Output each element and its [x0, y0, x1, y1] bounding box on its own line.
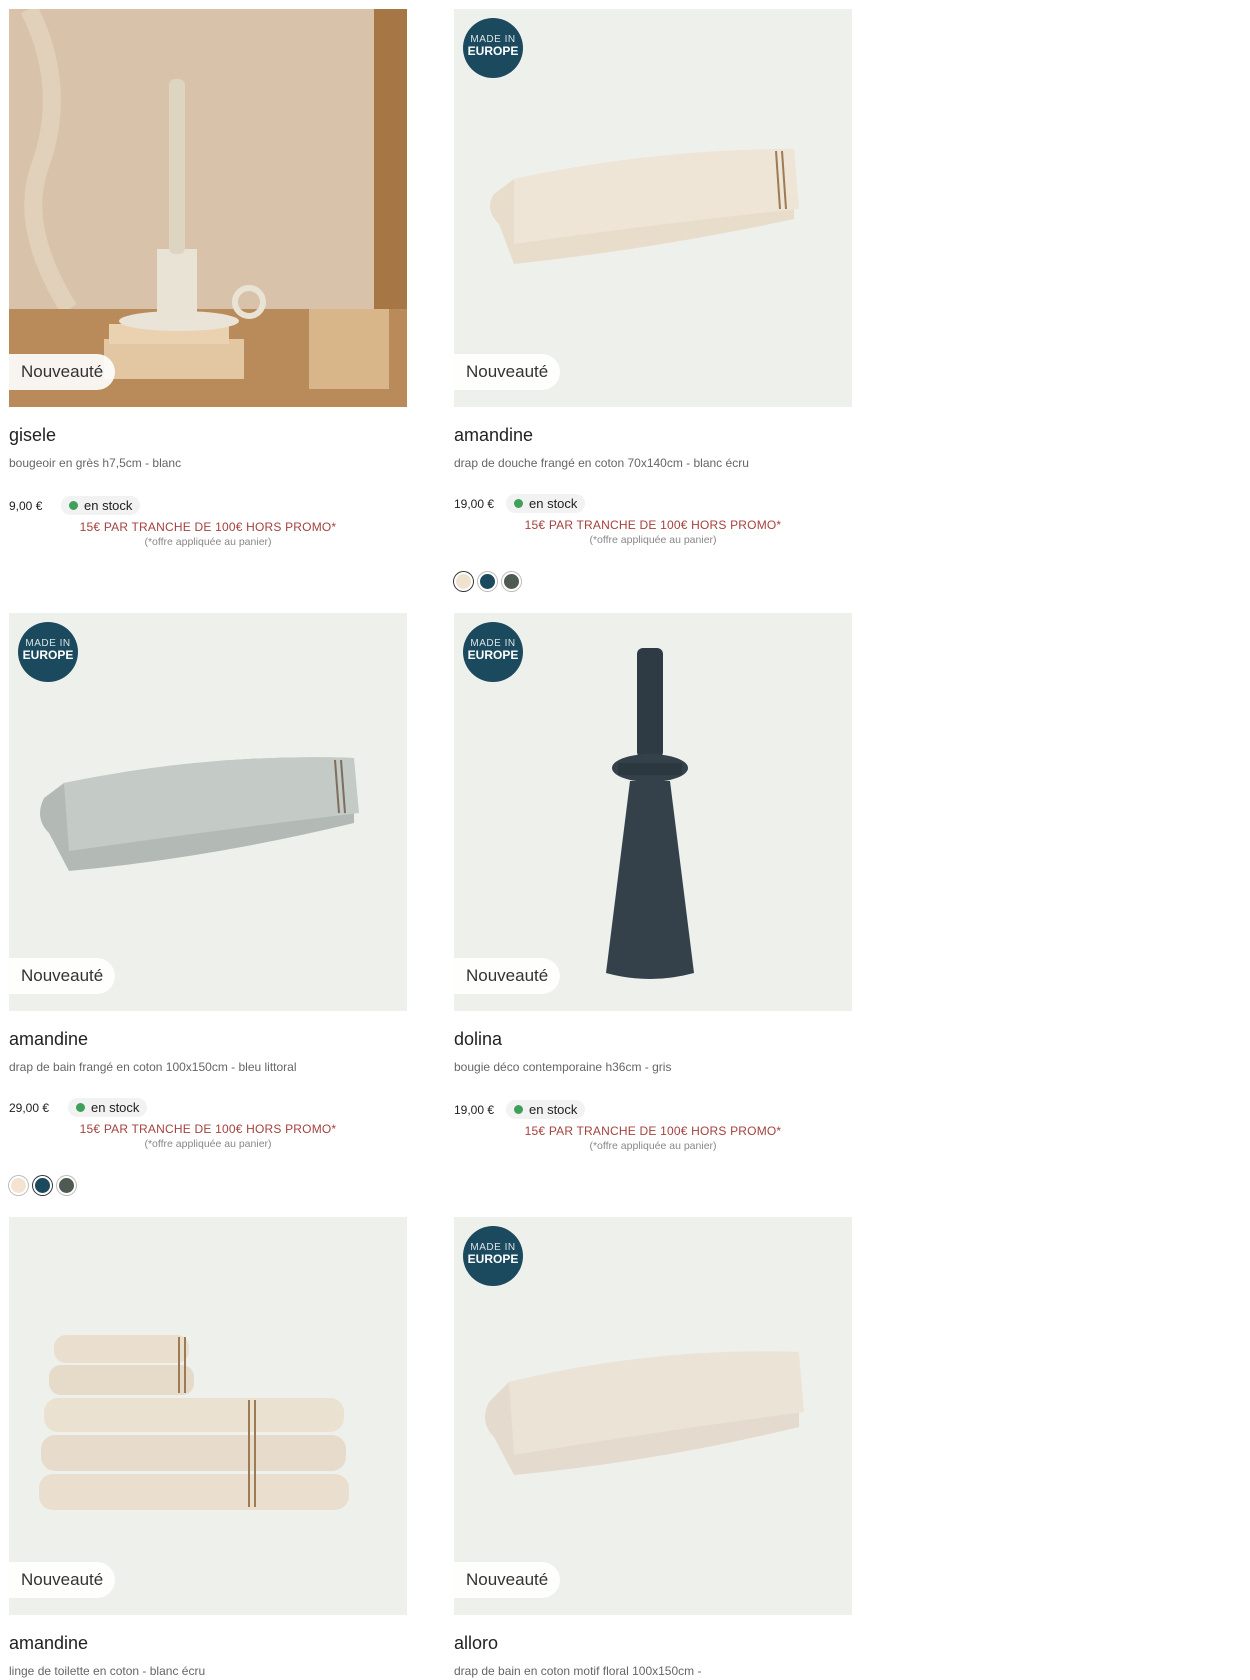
promo-text: 15€ PAR TRANCHE DE 100€ HORS PROMO* [524, 518, 782, 532]
new-badge: Nouveauté [9, 1562, 116, 1598]
stock-dot-icon [69, 501, 78, 510]
stock-dot-icon [514, 1105, 523, 1114]
new-badge: Nouveauté [9, 958, 116, 994]
product-image[interactable]: Nouveauté [9, 1217, 407, 1615]
new-badge: Nouveauté [454, 958, 561, 994]
product-name[interactable]: gisele [9, 425, 407, 447]
candle-holder-illustration [9, 9, 407, 407]
product-description: drap de bain en coton motif floral 100x1… [454, 1664, 702, 1678]
product-card[interactable]: MADE IN EUROPE Nouveauté alloro drap de b… [454, 1217, 852, 1680]
stock-dot-icon [514, 499, 523, 508]
new-badge: Nouveauté [454, 354, 561, 390]
color-swatch[interactable] [9, 1176, 28, 1195]
product-price: 19,00 € [454, 496, 495, 511]
color-swatch[interactable] [57, 1176, 76, 1195]
promo-text: 15€ PAR TRANCHE DE 100€ HORS PROMO* [79, 520, 337, 534]
product-image[interactable]: MADE IN EUROPE Nouveauté [454, 9, 852, 407]
new-badge: Nouveauté [9, 354, 116, 390]
product-card[interactable]: Nouveauté amandine linge de toilette en … [9, 1217, 407, 1680]
towel-stack-illustration [39, 1335, 349, 1510]
product-card[interactable]: MADE IN EUROPE Nouveauté amandine drap de… [454, 9, 852, 591]
promo-note: (*offre appliquée au panier) [589, 534, 717, 546]
new-badge: Nouveauté [454, 1562, 561, 1598]
product-description: drap de douche frangé en coton 70x140cm … [454, 456, 749, 470]
promo-text: 15€ PAR TRANCHE DE 100€ HORS PROMO* [524, 1124, 782, 1138]
made-in-europe-badge: MADE IN EUROPE [18, 622, 78, 682]
product-price: 9,00 € [9, 498, 43, 513]
product-name[interactable]: amandine [454, 425, 852, 447]
product-card[interactable]: Nouveauté gisele bougeoir en grès h7,5cm… [9, 9, 407, 548]
product-card[interactable]: MADE IN EUROPE Nouveauté amandine drap de… [9, 613, 407, 1195]
color-swatch[interactable] [502, 572, 521, 591]
stock-status: en stock [61, 496, 141, 515]
product-name[interactable]: amandine [9, 1633, 407, 1655]
product-description: linge de toilette en coton - blanc écru [9, 1664, 206, 1678]
color-swatches [9, 1176, 407, 1195]
made-in-europe-badge: MADE IN EUROPE [463, 18, 523, 78]
product-image[interactable]: Nouveauté [9, 9, 407, 407]
color-swatch[interactable] [454, 572, 473, 591]
product-name[interactable]: dolina [454, 1029, 852, 1051]
stock-status: en stock [506, 494, 586, 513]
color-swatch[interactable] [478, 572, 497, 591]
color-swatches [454, 572, 852, 591]
promo-note: (*offre appliquée au panier) [144, 536, 272, 548]
made-in-europe-badge: MADE IN EUROPE [463, 622, 523, 682]
promo-note: (*offre appliquée au panier) [144, 1138, 272, 1150]
stock-status: en stock [506, 1100, 586, 1119]
made-in-europe-badge: MADE IN EUROPE [463, 1226, 523, 1286]
product-description: bougie déco contemporaine h36cm - gris [454, 1060, 672, 1074]
product-image[interactable]: MADE IN EUROPE Nouveauté [454, 613, 852, 1011]
color-swatch[interactable] [33, 1176, 52, 1195]
product-price: 19,00 € [454, 1102, 495, 1117]
stock-dot-icon [76, 1103, 85, 1112]
product-name[interactable]: alloro [454, 1633, 852, 1655]
promo-text: 15€ PAR TRANCHE DE 100€ HORS PROMO* [79, 1122, 337, 1136]
product-price: 29,00 € [9, 1100, 50, 1115]
product-image[interactable]: MADE IN EUROPE Nouveauté [454, 1217, 852, 1615]
product-description: drap de bain frangé en coton 100x150cm -… [9, 1060, 297, 1074]
product-name[interactable]: amandine [9, 1029, 407, 1051]
product-image[interactable]: MADE IN EUROPE Nouveauté [9, 613, 407, 1011]
stock-status: en stock [68, 1098, 148, 1117]
promo-note: (*offre appliquée au panier) [589, 1140, 717, 1152]
product-card[interactable]: MADE IN EUROPE Nouveauté dolina bougie dé… [454, 613, 852, 1152]
product-description: bougeoir en grès h7,5cm - blanc [9, 456, 182, 470]
